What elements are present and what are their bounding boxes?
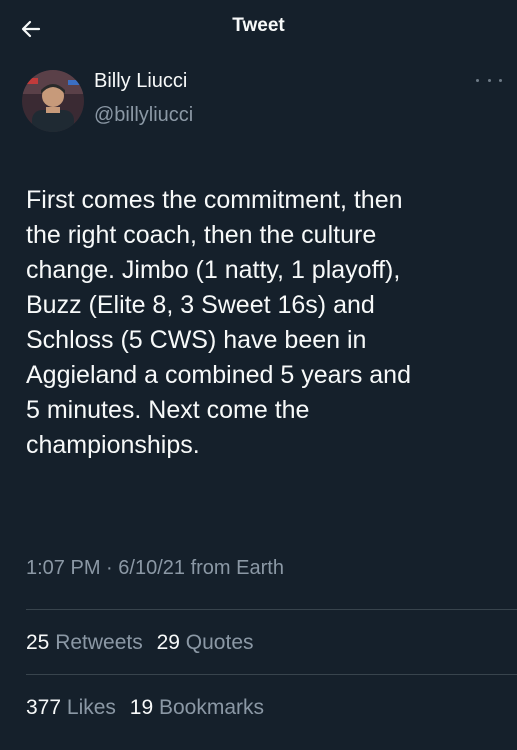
- avatar-image: [22, 70, 84, 132]
- more-horizontal-icon: [476, 78, 479, 82]
- quotes-label: Quotes: [185, 631, 254, 654]
- more-options-button[interactable]: [476, 72, 502, 88]
- tweet-date[interactable]: 6/10/21: [118, 557, 185, 579]
- meta-separator: ·: [106, 557, 113, 579]
- author-handle[interactable]: @billyliucci: [94, 104, 193, 127]
- author-name[interactable]: Billy Liucci: [94, 70, 187, 93]
- page-title: Tweet: [232, 15, 285, 36]
- retweets-count: 25: [26, 631, 50, 654]
- retweets-label: Retweets: [55, 631, 143, 654]
- retweet-quote-stats: 25 Retweets 29 Quotes: [26, 631, 262, 655]
- avatar[interactable]: [22, 70, 84, 132]
- bookmarks-label: Bookmarks: [158, 696, 264, 719]
- divider: [26, 609, 517, 610]
- tweet-time[interactable]: 1:07 PM: [26, 557, 100, 579]
- tweet-source: from Earth: [190, 557, 284, 579]
- more-dot: [499, 78, 502, 82]
- top-bar: Tweet: [0, 0, 517, 56]
- bookmarks-count: 19: [129, 696, 154, 719]
- divider: [26, 674, 517, 675]
- retweets-stat[interactable]: 25 Retweets: [26, 631, 143, 654]
- tweet-author: Billy Liucci @billyliucci: [22, 70, 502, 134]
- bookmarks-stat[interactable]: 19 Bookmarks: [130, 696, 264, 719]
- more-dot: [487, 78, 491, 82]
- likes-label: Likes: [66, 696, 116, 719]
- quotes-stat[interactable]: 29 Quotes: [157, 631, 254, 654]
- likes-count: 377: [26, 696, 62, 719]
- quotes-count: 29: [156, 631, 180, 654]
- likes-stat[interactable]: 377 Likes: [26, 696, 116, 719]
- likes-bookmarks-stats: 377 Likes 19 Bookmarks: [26, 696, 272, 720]
- tweet-text: First comes the commitment, then the rig…: [26, 186, 411, 459]
- tweet-meta: 1:07 PM · 6/10/21 from Earth: [26, 557, 284, 580]
